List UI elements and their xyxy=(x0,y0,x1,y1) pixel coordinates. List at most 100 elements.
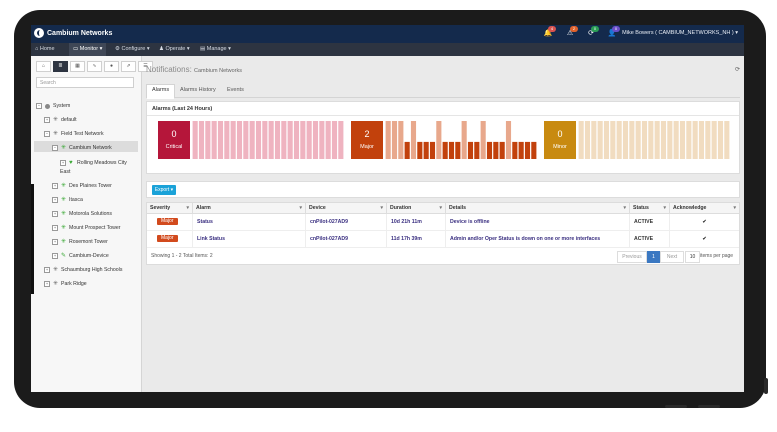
tree-item-itasca[interactable]: + ✳ Itasca xyxy=(52,197,83,203)
tree-item-system[interactable]: − System xyxy=(36,103,70,109)
major-histogram xyxy=(385,121,537,159)
grid-icon[interactable]: ▦ xyxy=(70,61,85,72)
dropdown-icon[interactable]: ▾ xyxy=(733,203,736,214)
dropdown-icon[interactable]: ▾ xyxy=(663,203,666,214)
acknowledge-check-icon[interactable]: ✔ xyxy=(670,214,739,231)
column-header-device[interactable]: Device ▾ xyxy=(306,203,387,214)
tree-item-default[interactable]: + ✳ default xyxy=(44,117,77,123)
expand-icon[interactable]: + xyxy=(52,197,58,203)
column-header-severity[interactable]: Severity ▾ xyxy=(147,203,193,214)
user-menu[interactable]: Mike Bowers ( CAMBIUM_NETWORKS_NH ) ▾ xyxy=(622,30,738,36)
expand-icon[interactable]: + xyxy=(60,160,66,166)
previous-button[interactable]: Previous xyxy=(617,251,647,263)
tree-item-rolling-meadows[interactable]: + ♥ Rolling Meadows City xyxy=(60,160,127,166)
refresh-icon[interactable]: ⟳ 0 xyxy=(586,26,599,39)
next-button[interactable]: Next xyxy=(660,251,684,263)
table-cell-severity: Major xyxy=(147,231,193,248)
table-cell-device[interactable]: cnPilot-027AD9 xyxy=(306,214,387,231)
collapse-icon[interactable]: − xyxy=(44,131,50,137)
header-label: Device xyxy=(309,205,326,211)
histogram-bar xyxy=(281,121,287,159)
tree-label: East xyxy=(60,169,71,175)
map-pin-icon[interactable]: ● xyxy=(104,61,119,72)
tab-alarms[interactable]: Alarms xyxy=(146,84,176,99)
tab-events[interactable]: Events xyxy=(222,85,249,95)
tree-item-rosemont[interactable]: + ✳ Rosemont Tower xyxy=(52,239,108,245)
globe-icon xyxy=(45,103,50,109)
tree-item-cambium-device[interactable]: + ✎ Cambium-Device xyxy=(52,253,109,259)
table-cell-device[interactable]: cnPilot-027AD9 xyxy=(306,231,387,248)
table-cell-alarm[interactable]: Status xyxy=(193,214,306,231)
collapse-icon[interactable]: − xyxy=(52,145,58,151)
page-1-button[interactable]: 1 xyxy=(647,251,660,263)
tree-item-field-test-network[interactable]: − ✳ Field Test Network xyxy=(44,131,104,137)
page-size-select[interactable]: 10 xyxy=(685,251,700,263)
tree-item-schaumburg[interactable]: + ✳ Schaumburg High Schools xyxy=(44,267,122,273)
acknowledge-check-icon[interactable]: ✔ xyxy=(670,231,739,248)
page-title: Notifications: Cambium Networks xyxy=(146,65,242,74)
app-screen: Cambium Networks 🔔 4 ⚠ 2 ⟳ 0 👤 0 Mike Bowers… xyxy=(31,25,744,392)
panel-title: Alarms (Last 24 Hours) xyxy=(152,106,213,112)
nav-manage-label: Manage xyxy=(206,46,227,52)
nav-operate[interactable]: ♟ Operate ▾ xyxy=(155,43,194,56)
export-button[interactable]: Export ▾ xyxy=(152,185,176,195)
dropdown-icon[interactable]: ▾ xyxy=(623,203,626,214)
nav-monitor[interactable]: ▭ Monitor ▾ xyxy=(69,43,107,56)
critical-histogram xyxy=(192,121,344,159)
minor-count-box: 0 Minor xyxy=(544,121,576,159)
collapse-icon[interactable]: − xyxy=(36,103,42,109)
tree-item-des-plaines[interactable]: + ✳ Des Plaines Tower xyxy=(52,183,112,189)
table-cell-alarm[interactable]: Link Status xyxy=(193,231,306,248)
link-icon[interactable]: ⇗ xyxy=(121,61,136,72)
scrollbar[interactable] xyxy=(31,184,34,294)
items-count: Showing 1 - 2 Total Items: 2 xyxy=(151,253,213,259)
home-icon: ⌂ xyxy=(35,46,39,52)
histogram-bar xyxy=(338,121,344,159)
expand-icon[interactable]: + xyxy=(44,281,50,287)
column-header-alarm[interactable]: Alarm ▾ xyxy=(193,203,306,214)
histogram-bar xyxy=(391,121,398,159)
expand-icon[interactable]: + xyxy=(52,211,58,217)
tree-label: System xyxy=(53,103,71,109)
search-input[interactable]: Search xyxy=(36,77,134,88)
tree-item-cambium-network[interactable]: − ✳ Cambium Network xyxy=(52,145,112,151)
nav-configure[interactable]: ⚙ Configure ▾ xyxy=(111,43,154,56)
dropdown-icon[interactable]: ▾ xyxy=(439,203,442,214)
tower-icon: ✳ xyxy=(61,182,67,189)
main-nav: ⌂ Home ▭ Monitor ▾ ⚙ Configure ▾ ♟ Opera… xyxy=(31,43,744,56)
bell-icon[interactable]: 🔔 4 xyxy=(543,26,556,39)
dropdown-icon[interactable]: ▾ xyxy=(299,203,302,214)
dropdown-icon[interactable]: ▾ xyxy=(380,203,383,214)
expand-icon[interactable]: + xyxy=(44,117,50,123)
page-subtitle: Cambium Networks xyxy=(194,68,243,74)
column-header-duration[interactable]: Duration ▾ xyxy=(387,203,446,214)
network-icon: ✳ xyxy=(53,130,59,137)
header-label: Status xyxy=(633,205,649,211)
refresh-icon[interactable]: ⟳ xyxy=(735,66,740,73)
home-icon[interactable]: ⌂ xyxy=(36,61,51,72)
header-label: Details xyxy=(449,205,467,211)
nav-manage[interactable]: ▤ Manage ▾ xyxy=(196,43,235,56)
expand-icon[interactable]: + xyxy=(52,225,58,231)
tree-item-park-ridge[interactable]: + ✳ Park Ridge xyxy=(44,281,87,287)
histogram-bar xyxy=(474,141,480,159)
histogram-bar xyxy=(654,121,660,159)
tab-alarms-history[interactable]: Alarms History xyxy=(175,85,221,95)
column-header-acknowledge[interactable]: Acknowledge ▾ xyxy=(670,203,739,214)
page-title-text: Notifications: xyxy=(146,65,192,74)
chart-icon[interactable]: ∿ xyxy=(87,61,102,72)
expand-icon[interactable]: + xyxy=(52,253,58,259)
column-header-status[interactable]: Status ▾ xyxy=(630,203,670,214)
dropdown-icon[interactable]: ▾ xyxy=(186,203,189,214)
column-header-details[interactable]: Details ▾ xyxy=(446,203,630,214)
expand-icon[interactable]: + xyxy=(52,239,58,245)
expand-icon[interactable]: + xyxy=(52,183,58,189)
tree-item-mount-prospect[interactable]: + ✳ Mount Prospect Tower xyxy=(52,225,121,231)
tree-item-motorola[interactable]: + ✳ Motorola Solutions xyxy=(52,211,112,217)
expand-icon[interactable]: + xyxy=(44,267,50,273)
tree-view-icon[interactable]: ≣ xyxy=(53,61,68,72)
alert-icon[interactable]: ⚠ 2 xyxy=(565,26,578,39)
nav-home[interactable]: ⌂ Home xyxy=(31,43,59,56)
brand-logo[interactable]: Cambium Networks xyxy=(34,28,112,38)
user-icon[interactable]: 👤 0 xyxy=(607,26,620,39)
